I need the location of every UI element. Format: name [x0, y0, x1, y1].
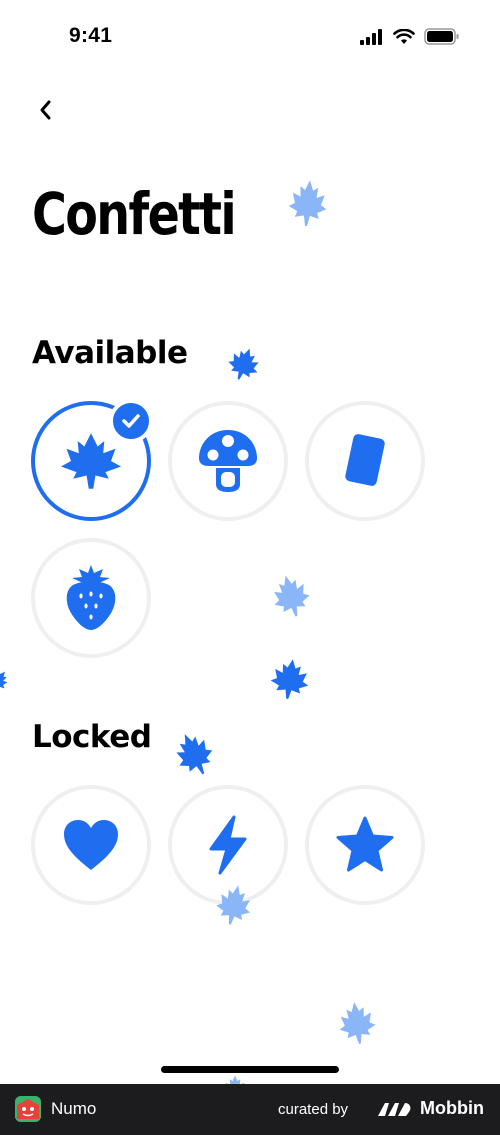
locked-section-title: Locked: [32, 719, 152, 755]
confetti-option-maple-leaf[interactable]: [31, 399, 153, 521]
lightning-bolt-icon: [209, 815, 247, 875]
confetti-option-card[interactable]: [305, 401, 425, 521]
confetti-option-mushroom[interactable]: [168, 401, 288, 521]
status-time: 9:41: [69, 24, 113, 47]
available-section-title: Available: [32, 335, 188, 371]
confetti-leaf-icon: [0, 666, 10, 694]
numo-app-icon: [15, 1096, 41, 1122]
app-name: Numo: [51, 1099, 97, 1118]
confetti-leaf-icon: [226, 343, 262, 385]
chevron-left-icon: [40, 100, 51, 120]
confetti-option-strawberry[interactable]: [31, 538, 151, 658]
checkmark-icon: [122, 414, 140, 428]
card-icon: [345, 434, 385, 486]
confetti-leaf-icon: [287, 178, 329, 228]
curated-by-label: curated by: [278, 1101, 349, 1118]
footer-bar: Numo curated by Mobbin: [0, 1084, 500, 1135]
confetti-leaf-icon: [270, 571, 312, 621]
status-icons: [360, 28, 460, 45]
heart-icon: [64, 820, 118, 870]
strawberry-icon: [66, 565, 116, 630]
wifi-icon: [393, 28, 415, 44]
star-icon: [336, 816, 394, 872]
confetti-option-lightning[interactable]: [168, 785, 288, 905]
battery-icon: [424, 28, 459, 45]
back-button[interactable]: [28, 92, 64, 128]
page-title: Confetti: [32, 180, 237, 248]
cellular-signal-icon: [360, 28, 382, 45]
confetti-leaf-icon: [268, 656, 312, 702]
mobbin-logo-icon: [378, 1103, 411, 1116]
maple-leaf-icon: [61, 433, 121, 489]
mushroom-icon: [199, 430, 257, 492]
status-bar: 9:41: [0, 0, 500, 70]
confetti-option-star[interactable]: [305, 785, 425, 905]
confetti-leaf-icon: [336, 999, 378, 1047]
home-indicator: [161, 1066, 339, 1073]
selected-check-badge: [109, 399, 153, 443]
confetti-leaf-icon: [173, 727, 215, 781]
confetti-option-heart[interactable]: [31, 785, 151, 905]
mobbin-brand-name: Mobbin: [420, 1098, 484, 1118]
